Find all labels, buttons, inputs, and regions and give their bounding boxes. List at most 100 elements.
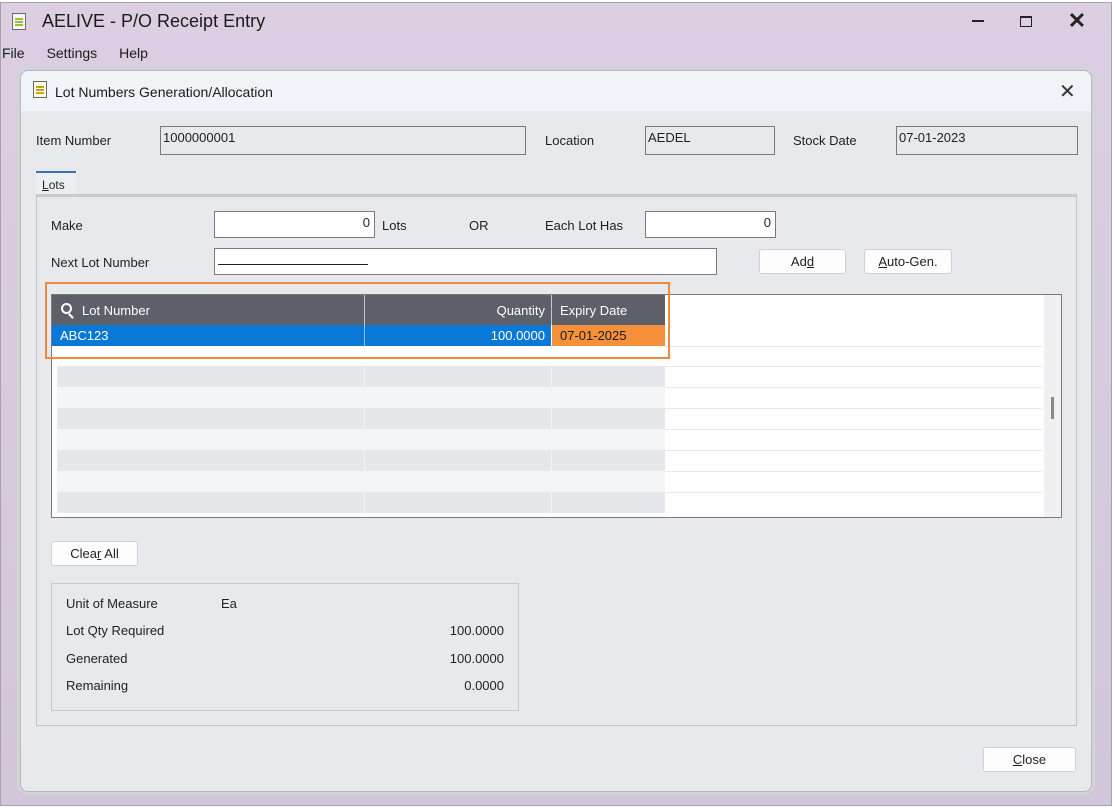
clear-all-label-b: All (101, 546, 119, 561)
summary-panel: Unit of Measure Ea Lot Qty Required 100.… (51, 583, 519, 711)
make-label: Make (51, 218, 83, 233)
remaining-value: 0.0000 (464, 678, 504, 693)
maximize-button[interactable] (1004, 7, 1048, 35)
table-row[interactable] (52, 387, 1042, 408)
cell-lot-number[interactable] (57, 387, 365, 408)
cell-expiry-date[interactable] (552, 366, 665, 387)
table-row[interactable] (52, 492, 1042, 513)
table-row[interactable] (52, 429, 1042, 450)
scrollbar-thumb[interactable] (1051, 397, 1054, 419)
lot-qty-required-value: 100.0000 (449, 623, 504, 638)
tab-lots[interactable]: Lots (36, 171, 76, 195)
cell-lot-number[interactable] (57, 429, 365, 450)
cell-expiry-date[interactable] (552, 408, 665, 429)
cell-quantity[interactable] (365, 492, 552, 513)
clear-all-button[interactable]: Clea r All (51, 541, 138, 566)
next-lot-number-input[interactable] (214, 248, 717, 275)
cell-quantity[interactable] (365, 408, 552, 429)
unit-of-measure-value: Ea (221, 596, 237, 611)
close-button-label: lose (1022, 752, 1047, 767)
lots-label: Lots (382, 218, 407, 233)
cell-quantity[interactable] (365, 387, 552, 408)
dialog-title: Lot Numbers Generation/Allocation (55, 84, 273, 100)
window-title: AELIVE - P/O Receipt Entry (42, 11, 266, 31)
minimize-button[interactable] (956, 7, 1000, 35)
table-row[interactable] (52, 450, 1042, 471)
cell-expiry-date[interactable] (552, 450, 665, 471)
cell-lot-number[interactable] (57, 492, 365, 513)
cell-quantity[interactable]: 100.0000 (365, 325, 552, 346)
or-label: OR (469, 218, 489, 233)
item-number-field[interactable]: 1000000001 (160, 126, 526, 155)
menu-bar: File Settings Help (1, 43, 164, 65)
lot-mask-placeholder (218, 264, 368, 265)
each-lot-has-label: Each Lot Has (545, 218, 624, 233)
cell-lot-number[interactable] (57, 471, 365, 492)
item-number-label: Item Number (36, 133, 112, 148)
generated-value: 100.0000 (449, 651, 504, 666)
cell-expiry-date[interactable] (552, 492, 665, 513)
tab-lots-accel: L (42, 178, 49, 192)
column-header-expiry-date[interactable]: Expiry Date (552, 295, 665, 325)
location-label: Location (545, 133, 595, 148)
menu-help[interactable]: Help (119, 43, 148, 65)
unit-of-measure-label: Unit of Measure (66, 596, 158, 611)
menu-settings[interactable]: Settings (47, 43, 98, 65)
location-field[interactable]: AEDEL (645, 126, 775, 155)
cell-lot-number[interactable] (57, 408, 365, 429)
add-button[interactable]: Ad d (759, 249, 846, 274)
table-row[interactable] (52, 471, 1042, 492)
document-icon (12, 13, 26, 30)
document-icon (33, 81, 47, 98)
table-row[interactable]: ABC123 100.0000 07-01-2025 (52, 325, 1042, 346)
auto-gen-label: uto-Gen. (887, 254, 938, 269)
lot-qty-required-label: Lot Qty Required (66, 623, 165, 638)
row-separator (665, 346, 1042, 347)
cell-lot-number[interactable]: ABC123 (52, 325, 365, 346)
next-lot-number-label: Next Lot Number (51, 255, 150, 270)
close-button[interactable]: Close (983, 747, 1076, 772)
column-label-lot-number: Lot Number (82, 303, 150, 318)
cell-lot-number[interactable] (57, 450, 365, 471)
cell-expiry-date[interactable] (552, 471, 665, 492)
add-button-accel: d (806, 254, 815, 269)
maximize-icon (1020, 15, 1032, 27)
make-lots-input[interactable]: 0 (214, 211, 375, 238)
auto-gen-button[interactable]: Auto-Gen. (864, 249, 952, 274)
clear-all-label-a: Clea (70, 546, 98, 561)
cell-quantity[interactable] (365, 429, 552, 450)
search-icon[interactable] (61, 303, 72, 314)
close-icon: ✕ (1067, 8, 1087, 33)
remaining-label: Remaining (66, 678, 129, 693)
close-button-accel: C (1012, 752, 1023, 767)
dialog-title-bar: Lot Numbers Generation/Allocation ✕ (21, 71, 1091, 111)
stock-date-field[interactable]: 07-01-2023 (896, 126, 1078, 155)
lot-numbers-dialog: Lot Numbers Generation/Allocation ✕ Item… (20, 70, 1092, 792)
column-header-lot-number[interactable]: Lot Number (52, 295, 365, 325)
tab-lots-label: ots (48, 178, 65, 192)
cell-quantity[interactable] (365, 366, 552, 387)
cell-lot-number[interactable] (57, 366, 365, 387)
dialog-close-button[interactable]: ✕ (1059, 79, 1076, 104)
minimize-icon (972, 20, 984, 22)
table-row[interactable] (52, 408, 1042, 429)
grid-scrollbar[interactable] (1044, 295, 1061, 517)
grid-header: Lot Number Quantity Expiry Date (52, 295, 665, 325)
table-row[interactable] (52, 366, 1042, 387)
each-lot-has-input[interactable]: 0 (645, 211, 776, 238)
cell-expiry-date[interactable]: 07-01-2025 (552, 325, 665, 346)
add-button-label: Ad (790, 254, 807, 269)
auto-gen-accel: A (878, 254, 888, 269)
title-bar: AELIVE - P/O Receipt Entry ✕ (1, 3, 1111, 39)
close-window-button[interactable]: ✕ (1055, 7, 1099, 35)
column-header-quantity[interactable]: Quantity (365, 295, 552, 325)
cell-quantity[interactable] (365, 450, 552, 471)
close-icon: ✕ (1059, 81, 1076, 103)
cell-quantity[interactable] (365, 471, 552, 492)
menu-file[interactable]: File (2, 43, 25, 65)
lots-grid: Lot Number Quantity Expiry Date ABC123 1… (51, 294, 1062, 518)
cell-expiry-date[interactable] (552, 387, 665, 408)
cell-expiry-date[interactable] (552, 429, 665, 450)
stock-date-label: Stock Date (793, 133, 857, 148)
generated-label: Generated (66, 651, 128, 666)
